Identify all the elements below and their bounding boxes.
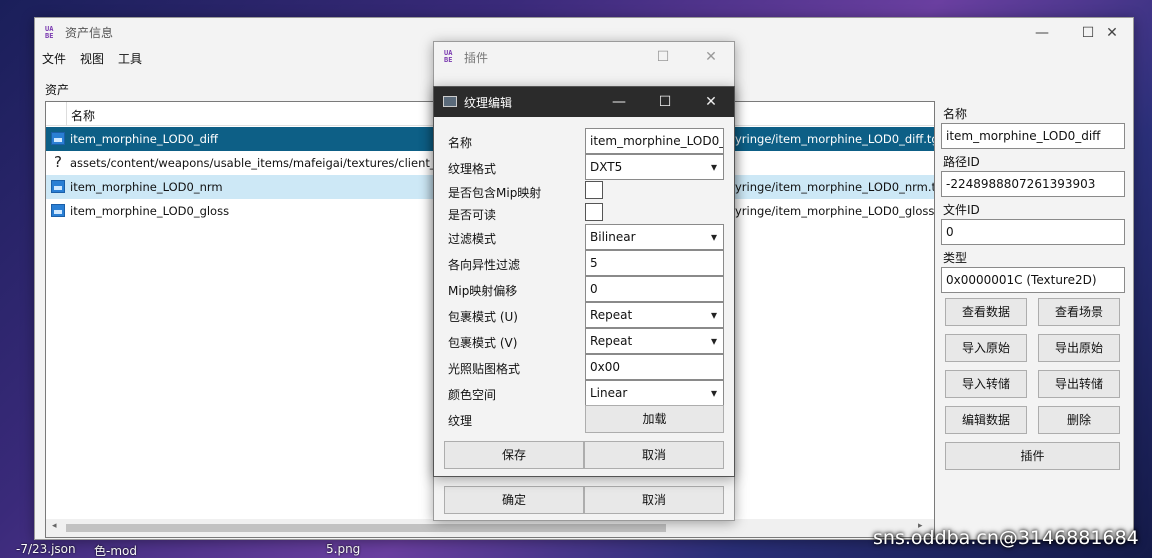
texture-editor-title: 纹理编辑	[464, 96, 513, 110]
aniso-field[interactable]: 5	[585, 250, 724, 276]
image-icon	[51, 132, 65, 145]
mip-label: 是否包含Mip映射	[448, 186, 542, 200]
edit-data-button[interactable]: 编辑数据	[945, 406, 1027, 434]
menu-view[interactable]: 视图	[80, 50, 104, 67]
maximize-icon[interactable]: ☐	[642, 87, 688, 117]
side-type-label: 类型	[943, 251, 968, 265]
column-header-name[interactable]: 名称	[71, 107, 95, 124]
desktop-file-label[interactable]: 5.png	[326, 542, 360, 556]
maximize-icon[interactable]: ☐	[640, 42, 686, 72]
close-icon[interactable]: ✕	[1089, 18, 1135, 48]
filter-select[interactable]: Bilinear	[585, 224, 724, 250]
scrollbar-thumb[interactable]	[66, 524, 666, 532]
row-path: yringe/item_morphine_LOD0_gloss.tga	[735, 204, 935, 218]
minimize-icon[interactable]: —	[1019, 18, 1065, 48]
scroll-left-icon[interactable]: ◂	[52, 521, 57, 531]
save-button[interactable]: 保存	[444, 441, 584, 469]
app-logo-icon: UA BE	[45, 25, 54, 40]
window-icon	[443, 96, 457, 107]
format-label: 纹理格式	[448, 162, 497, 176]
image-icon	[51, 180, 65, 193]
colorspace-select[interactable]: Linear	[585, 380, 724, 406]
desktop-file-label[interactable]: 色-mod	[94, 542, 137, 558]
lightmap-label: 光照贴图格式	[448, 362, 521, 376]
plugin-titlebar[interactable]: UA BE 插件 ☐ ✕	[434, 42, 734, 72]
row-name: assets/content/weapons/usable_items/mafe…	[70, 156, 467, 170]
app-logo-icon: UA BE	[444, 49, 453, 64]
side-name-label: 名称	[943, 107, 968, 121]
wrapu-select[interactable]: Repeat	[585, 302, 724, 328]
desktop-file-label[interactable]: -7/23.json	[16, 542, 76, 556]
row-name: item_morphine_LOD0_diff	[70, 132, 218, 146]
question-icon: ?	[54, 153, 62, 171]
watermark-text: sns.oddba.cn@3146881684	[873, 527, 1139, 549]
side-type-field[interactable]: 0x0000001C (Texture2D)	[941, 267, 1125, 293]
load-button[interactable]: 加载	[585, 405, 724, 433]
close-icon[interactable]: ✕	[688, 42, 734, 72]
row-path: yringe/item_morphine_LOD0_diff.tga	[735, 132, 935, 146]
delete-button[interactable]: 删除	[1038, 406, 1120, 434]
side-path-field[interactable]: -2248988807261393903	[941, 171, 1125, 197]
row-name: item_morphine_LOD0_gloss	[70, 204, 230, 218]
texture-editor-titlebar[interactable]: 纹理编辑 — ☐ ✕	[434, 87, 734, 117]
format-select[interactable]: DXT5	[585, 154, 724, 180]
name-label: 名称	[448, 136, 473, 150]
horizontal-scrollbar[interactable]: ◂ ▸	[46, 519, 934, 537]
import-raw-button[interactable]: 导入原始	[945, 334, 1027, 362]
export-dump-button[interactable]: 导出转储	[1038, 370, 1120, 398]
plugin-window-title: 插件	[464, 51, 489, 65]
import-dump-button[interactable]: 导入转储	[945, 370, 1027, 398]
side-file-label: 文件ID	[943, 203, 980, 217]
window-title: 资产信息	[65, 26, 114, 40]
aniso-label: 各向异性过滤	[448, 258, 521, 272]
export-raw-button[interactable]: 导出原始	[1038, 334, 1120, 362]
side-file-field[interactable]: 0	[941, 219, 1125, 245]
image-icon	[51, 204, 65, 217]
wrapv-select[interactable]: Repeat	[585, 328, 724, 354]
readable-label: 是否可读	[448, 208, 497, 222]
lightmap-field[interactable]: 0x00	[585, 354, 724, 380]
filter-label: 过滤模式	[448, 232, 497, 246]
texture-label: 纹理	[448, 414, 473, 428]
texture-editor-dialog: 纹理编辑 — ☐ ✕ 名称 item_morphine_LOD0_diff 纹理…	[433, 86, 735, 477]
cancel-button[interactable]: 取消	[584, 441, 724, 469]
mipbias-field[interactable]: 0	[585, 276, 724, 302]
assets-label: 资产	[45, 83, 70, 97]
side-name-field[interactable]: item_morphine_LOD0_diff	[941, 123, 1125, 149]
row-name: item_morphine_LOD0_nrm	[70, 180, 223, 194]
name-field[interactable]: item_morphine_LOD0_diff	[585, 128, 724, 154]
side-path-label: 路径ID	[943, 155, 980, 169]
view-data-button[interactable]: 查看数据	[945, 298, 1027, 326]
menu-file[interactable]: 文件	[42, 50, 66, 67]
mip-checkbox[interactable]	[585, 181, 603, 199]
mipbias-label: Mip映射偏移	[448, 284, 518, 298]
ok-button[interactable]: 确定	[444, 486, 584, 514]
close-icon[interactable]: ✕	[688, 87, 734, 117]
colorspace-label: 颜色空间	[448, 388, 497, 402]
wrapv-label: 包裹模式 (V)	[448, 336, 518, 350]
wrapu-label: 包裹模式 (U)	[448, 310, 518, 324]
row-path: yringe/item_morphine_LOD0_nrm.tga	[735, 180, 935, 194]
plugin-button[interactable]: 插件	[945, 442, 1120, 470]
readable-checkbox[interactable]	[585, 203, 603, 221]
minimize-icon[interactable]: —	[596, 87, 642, 117]
view-scene-button[interactable]: 查看场景	[1038, 298, 1120, 326]
menu-tools[interactable]: 工具	[118, 50, 142, 67]
plugin-cancel-button[interactable]: 取消	[584, 486, 724, 514]
